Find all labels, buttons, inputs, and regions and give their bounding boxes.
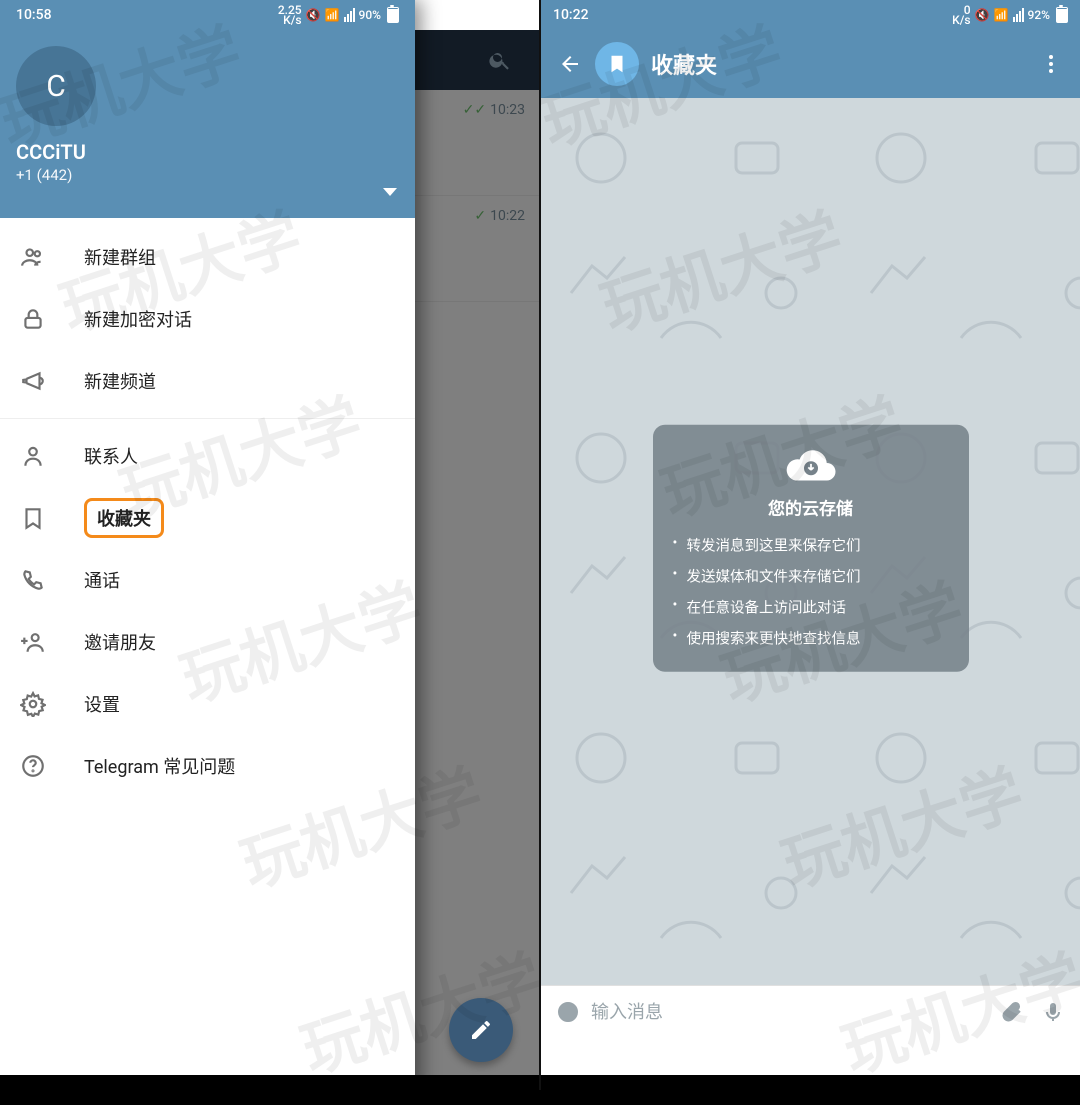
appbar: 收藏夹 (541, 30, 1080, 98)
menu-invite-friends[interactable]: 邀请朋友 (0, 611, 415, 673)
lock-icon (20, 306, 46, 332)
status-bar: 10:58 2.25 K/s 🔇 📶 90% (16, 0, 399, 30)
gear-icon (20, 691, 46, 717)
menu-new-secret-chat[interactable]: 新建加密对话 (0, 288, 415, 350)
group-icon (20, 244, 46, 270)
saved-messages-avatar[interactable] (595, 42, 639, 86)
battery-pct: 90% (359, 8, 381, 22)
menu-calls[interactable]: 通话 (0, 549, 415, 611)
appbar-title: 收藏夹 (651, 48, 717, 80)
cloud-download-icon (783, 445, 839, 485)
menu-saved-messages[interactable]: 收藏夹 (0, 487, 415, 549)
signal-bars-icon (344, 8, 355, 22)
avatar[interactable]: C (16, 46, 96, 126)
battery-icon (1056, 7, 1068, 23)
pencil-icon (469, 1018, 493, 1042)
mute-icon: 🔇 (975, 8, 990, 22)
cloud-storage-card: 您的云存储 转发消息到这里来保存它们 发送媒体和文件来存储它们 在任意设备上访问… (653, 425, 969, 672)
signal-bars-icon (1013, 8, 1024, 22)
status-bar: 10:22 0 K/s 🔇 📶 92% (541, 0, 1080, 30)
mute-icon: 🔇 (306, 8, 321, 22)
help-icon (20, 753, 46, 779)
invite-icon (20, 629, 46, 655)
contact-icon (20, 443, 46, 469)
clock: 10:22 (553, 7, 589, 23)
account-phone: +1 (442) (16, 166, 399, 184)
battery-pct: 92% (1028, 8, 1050, 22)
compose-fab[interactable] (449, 998, 513, 1062)
wifi-icon: 📶 (325, 8, 340, 22)
net-speed: 0 K/s (952, 5, 970, 25)
bookmark-icon (606, 53, 628, 75)
call-icon (20, 567, 46, 593)
account-name: CCCiTU (16, 140, 399, 164)
navigation-drawer: 10:58 2.25 K/s 🔇 📶 90% C CCCiTU +1 (442) (0, 0, 415, 1090)
screenshot-right-saved-messages: 10:22 0 K/s 🔇 📶 92% 收藏夹 (541, 0, 1080, 1090)
drawer-header: 10:58 2.25 K/s 🔇 📶 90% C CCCiTU +1 (442) (0, 0, 415, 218)
cloud-card-title: 您的云存储 (671, 495, 951, 520)
emoji-button[interactable] (547, 991, 589, 1033)
battery-icon (387, 7, 399, 23)
clock: 10:58 (16, 7, 52, 23)
more-button[interactable] (1030, 43, 1072, 85)
menu-new-group[interactable]: 新建群组 (0, 226, 415, 288)
menu-faq[interactable]: Telegram 常见问题 (0, 735, 415, 797)
menu-settings[interactable]: 设置 (0, 673, 415, 735)
back-button[interactable] (549, 43, 591, 85)
message-input-bar (541, 985, 1080, 1038)
cloud-tip: 转发消息到这里来保存它们 (671, 530, 951, 561)
net-speed: 2.25 K/s (278, 5, 302, 25)
menu-contacts[interactable]: 联系人 (0, 425, 415, 487)
drawer-menu: 新建群组 新建加密对话 新建频道 联系人 收藏夹 通话 (0, 218, 415, 805)
attach-button[interactable] (990, 991, 1032, 1033)
cloud-tip: 在任意设备上访问此对话 (671, 592, 951, 623)
cloud-tip: 使用搜索来更快地查找信息 (671, 623, 951, 654)
expand-accounts-icon[interactable] (383, 188, 397, 196)
screenshot-left-drawer: ✓✓10:23 ✓10:22 ed_Stat… 10:58 2.25 K/s 🔇… (0, 0, 541, 1090)
wifi-icon: 📶 (994, 8, 1009, 22)
megaphone-icon (20, 368, 46, 394)
menu-new-channel[interactable]: 新建频道 (0, 350, 415, 412)
cloud-tip: 发送媒体和文件来存储它们 (671, 561, 951, 592)
chat-canvas: 您的云存储 转发消息到这里来保存它们 发送媒体和文件来存储它们 在任意设备上访问… (541, 98, 1080, 1038)
mic-button[interactable] (1032, 991, 1074, 1033)
message-input[interactable] (589, 1001, 990, 1024)
bookmark-icon (20, 505, 46, 531)
